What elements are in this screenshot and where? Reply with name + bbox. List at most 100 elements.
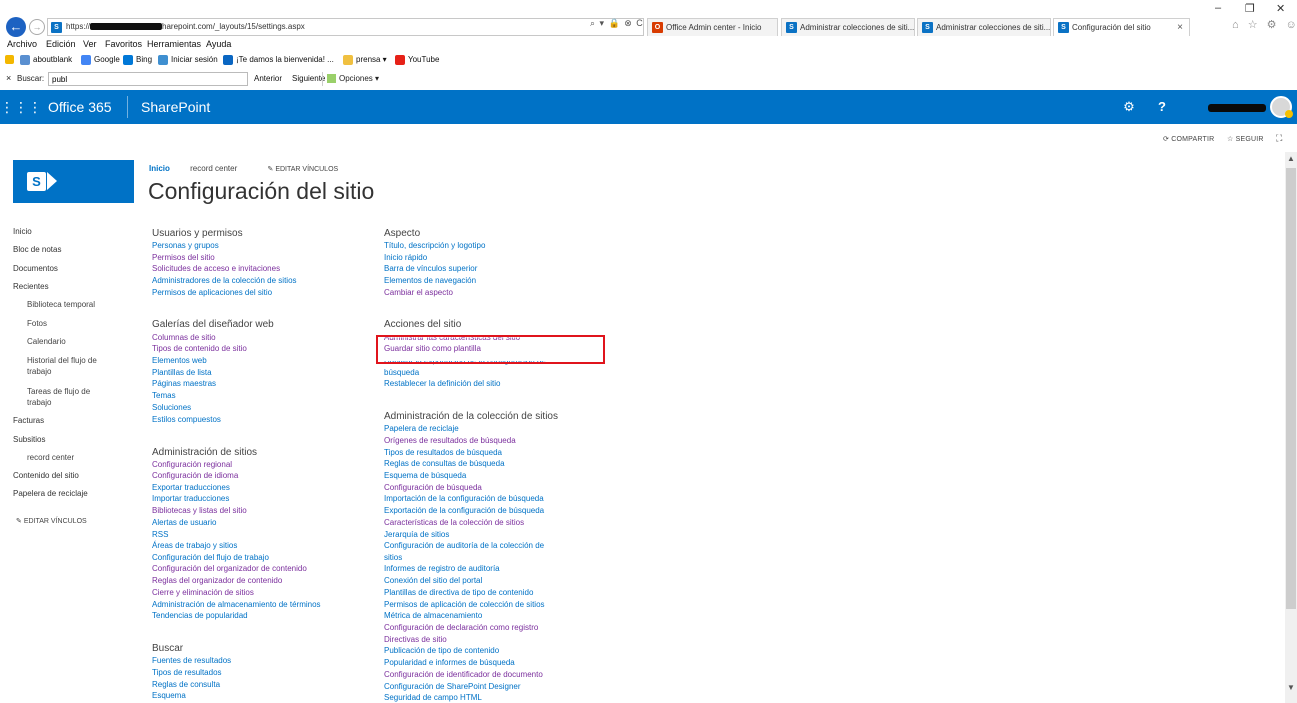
share-button[interactable]: ⟳ COMPARTIR	[1163, 135, 1214, 143]
link-configuracion-auditoria-line2[interactable]: sitios	[384, 553, 402, 563]
link-reglas-consulta[interactable]: Reglas de consulta	[152, 680, 220, 690]
link-jerarquia-sitios[interactable]: Jerarquía de sitios	[384, 530, 449, 540]
link-informes-auditoria[interactable]: Informes de registro de auditoría	[384, 564, 500, 574]
link-barra-vinculos[interactable]: Barra de vínculos superior	[384, 264, 477, 274]
favorites-star-icon[interactable]	[5, 55, 17, 65]
link-permisos-aplicaciones[interactable]: Permisos de aplicaciones del sitio	[152, 288, 272, 298]
fav-youtube[interactable]: YouTube	[395, 55, 439, 65]
fav-iniciar-sesion[interactable]: Iniciar sesión	[158, 55, 218, 65]
menu-edicion[interactable]: Edición	[46, 39, 76, 49]
link-temas[interactable]: Temas	[152, 391, 176, 401]
link-esquema-busqueda[interactable]: Esquema de búsqueda	[384, 471, 466, 481]
link-plantillas-directiva[interactable]: Plantillas de directiva de tipo de conte…	[384, 588, 533, 598]
link-almacenamiento-terminos[interactable]: Administración de almacenamiento de térm…	[152, 600, 321, 610]
link-configuracion-idioma[interactable]: Configuración de idioma	[152, 471, 238, 481]
top-link-home[interactable]: Inicio	[149, 164, 170, 173]
link-titulo-descripcion[interactable]: Título, descripción y logotipo	[384, 241, 485, 251]
link-plantillas-lista[interactable]: Plantillas de lista	[152, 368, 212, 378]
link-cambiar-aspecto[interactable]: Cambiar el aspecto	[384, 288, 453, 298]
fav-prensa[interactable]: prensa ▾	[343, 55, 387, 65]
ql-recientes[interactable]: Recientes	[13, 282, 49, 292]
restore-icon[interactable]: ❐	[1245, 2, 1255, 15]
ql-calendario[interactable]: Calendario	[27, 337, 66, 347]
link-tendencias-popularidad[interactable]: Tendencias de popularidad	[152, 611, 248, 621]
link-tipos-resultados[interactable]: Tipos de resultados	[152, 668, 222, 678]
link-exportar-traducciones[interactable]: Exportar traducciones	[152, 483, 230, 493]
ql-edit-links-button[interactable]: ✎ EDITAR VÍNCULOS	[16, 517, 87, 525]
ql-facturas[interactable]: Facturas	[13, 416, 44, 426]
find-close-icon[interactable]: ×	[6, 73, 11, 83]
link-administradores-coleccion[interactable]: Administradores de la colección de sitio…	[152, 276, 297, 286]
ql-documentos[interactable]: Documentos	[13, 264, 58, 274]
address-tools-icons[interactable]: ⌕ ▾ 🔒 ⊗ C	[590, 18, 644, 29]
tab-site-settings[interactable]: S Configuración del sitio ×	[1053, 18, 1190, 36]
follow-button[interactable]: ☆ SEGUIR	[1227, 135, 1264, 143]
app-launcher-icon[interactable]: ⋮⋮⋮	[0, 90, 42, 124]
link-esquema[interactable]: Esquema	[152, 691, 186, 701]
link-estilos-compuestos[interactable]: Estilos compuestos	[152, 415, 221, 425]
link-configuracion-regional[interactable]: Configuración regional	[152, 460, 232, 470]
sharepoint-site-logo[interactable]: S	[13, 160, 134, 203]
fav-bing[interactable]: Bing	[123, 55, 152, 65]
gear-icon[interactable]: ⚙	[1112, 90, 1146, 124]
link-popularidad-informes[interactable]: Popularidad e informes de búsqueda	[384, 658, 515, 668]
link-restablecer-definicion[interactable]: Restablecer la definición del sitio	[384, 379, 501, 389]
ql-contenido-sitio[interactable]: Contenido del sitio	[13, 471, 79, 481]
link-fuentes-resultados[interactable]: Fuentes de resultados	[152, 656, 231, 666]
link-sharepoint-designer[interactable]: Configuración de SharePoint Designer	[384, 682, 521, 692]
link-soluciones[interactable]: Soluciones	[152, 403, 191, 413]
link-tipos-resultados-busqueda[interactable]: Tipos de resultados de búsqueda	[384, 448, 502, 458]
find-next-button[interactable]: Siguiente	[292, 74, 325, 83]
link-exportacion-configuracion[interactable]: Exportación de la configuración de búsqu…	[384, 506, 544, 516]
suite-app-name[interactable]: SharePoint	[141, 99, 210, 115]
find-input[interactable]	[48, 72, 248, 86]
top-link-record-center[interactable]: record center	[190, 164, 237, 173]
fav-google[interactable]: Google	[81, 55, 120, 65]
find-options-button[interactable]: Opciones ▾	[322, 72, 379, 86]
link-personas-grupos[interactable]: Personas y grupos	[152, 241, 219, 251]
link-importacion-configuracion[interactable]: Importación de la configuración de búsqu…	[384, 494, 544, 504]
link-identificador-documento[interactable]: Configuración de identificador de docume…	[384, 670, 543, 680]
ql-subsitios[interactable]: Subsitios	[13, 435, 45, 445]
forward-arrow-icon[interactable]: →	[29, 19, 45, 35]
back-arrow-icon[interactable]: ←	[6, 17, 26, 37]
link-configuracion-busqueda[interactable]: Configuración de búsqueda	[384, 483, 482, 493]
link-areas-trabajo[interactable]: Áreas de trabajo y sitios	[152, 541, 237, 551]
link-origenes-resultados[interactable]: Orígenes de resultados de búsqueda	[384, 436, 516, 446]
ie-toolbar-icons[interactable]: ⌂ ☆ ⚙ ☺	[1232, 18, 1297, 31]
menu-ayuda[interactable]: Ayuda	[206, 39, 231, 49]
link-caracteristicas-coleccion[interactable]: Características de la colección de sitio…	[384, 518, 524, 528]
link-elementos-web[interactable]: Elementos web	[152, 356, 207, 366]
ql-biblioteca-temporal[interactable]: Biblioteca temporal	[27, 300, 95, 310]
find-prev-button[interactable]: Anterior	[254, 74, 282, 83]
link-directivas-sitio[interactable]: Directivas de sitio	[384, 635, 447, 645]
link-reglas-consultas[interactable]: Reglas de consultas de búsqueda	[384, 459, 505, 469]
menu-archivo[interactable]: Archivo	[7, 39, 37, 49]
link-paginas-maestras[interactable]: Páginas maestras	[152, 379, 216, 389]
link-configuracion-organizador[interactable]: Configuración del organizador de conteni…	[152, 564, 307, 574]
link-tipos-contenido[interactable]: Tipos de contenido de sitio	[152, 344, 247, 354]
minimize-icon[interactable]: –	[1215, 2, 1221, 14]
link-elementos-navegacion[interactable]: Elementos de navegación	[384, 276, 476, 286]
link-inicio-rapido[interactable]: Inicio rápido	[384, 253, 427, 263]
tab-admin-collections-1[interactable]: S Administrar colecciones de siti...	[781, 18, 915, 36]
link-bibliotecas-listas[interactable]: Bibliotecas y listas del sitio	[152, 506, 247, 516]
link-alertas-usuario[interactable]: Alertas de usuario	[152, 518, 216, 528]
link-permisos-sitio[interactable]: Permisos del sitio	[152, 253, 215, 263]
focus-icon[interactable]: ⛶	[1276, 133, 1283, 144]
link-publicacion-tipo-contenido[interactable]: Publicación de tipo de contenido	[384, 646, 499, 656]
link-configuracion-flujo[interactable]: Configuración del flujo de trabajo	[152, 553, 269, 563]
menu-favoritos[interactable]: Favoritos	[105, 39, 142, 49]
ql-tareas-flujo[interactable]: Tareas de flujo de	[27, 387, 90, 397]
scrollbar-thumb[interactable]	[1286, 168, 1296, 609]
top-edit-links-button[interactable]: ✎ EDITAR VÍNCULOS	[268, 166, 339, 173]
fav-bienvenida[interactable]: ¡Te damos la bienvenida! ...	[223, 55, 334, 65]
link-seguridad-campo-html[interactable]: Seguridad de campo HTML	[384, 693, 482, 703]
tab-admin-collections-2[interactable]: S Administrar colecciones de siti...	[917, 18, 1051, 36]
link-cierre-eliminacion[interactable]: Cierre y eliminación de sitios	[152, 588, 254, 598]
user-name-redacted[interactable]	[1208, 104, 1266, 112]
address-bar[interactable]: S https:// harepoint.com/_layouts/15/sett…	[47, 18, 644, 36]
link-permisos-aplicacion-coleccion[interactable]: Permisos de aplicación de colección de s…	[384, 600, 545, 610]
scroll-down-icon[interactable]: ▼	[1287, 683, 1295, 692]
suite-brand[interactable]: Office 365	[48, 99, 112, 115]
